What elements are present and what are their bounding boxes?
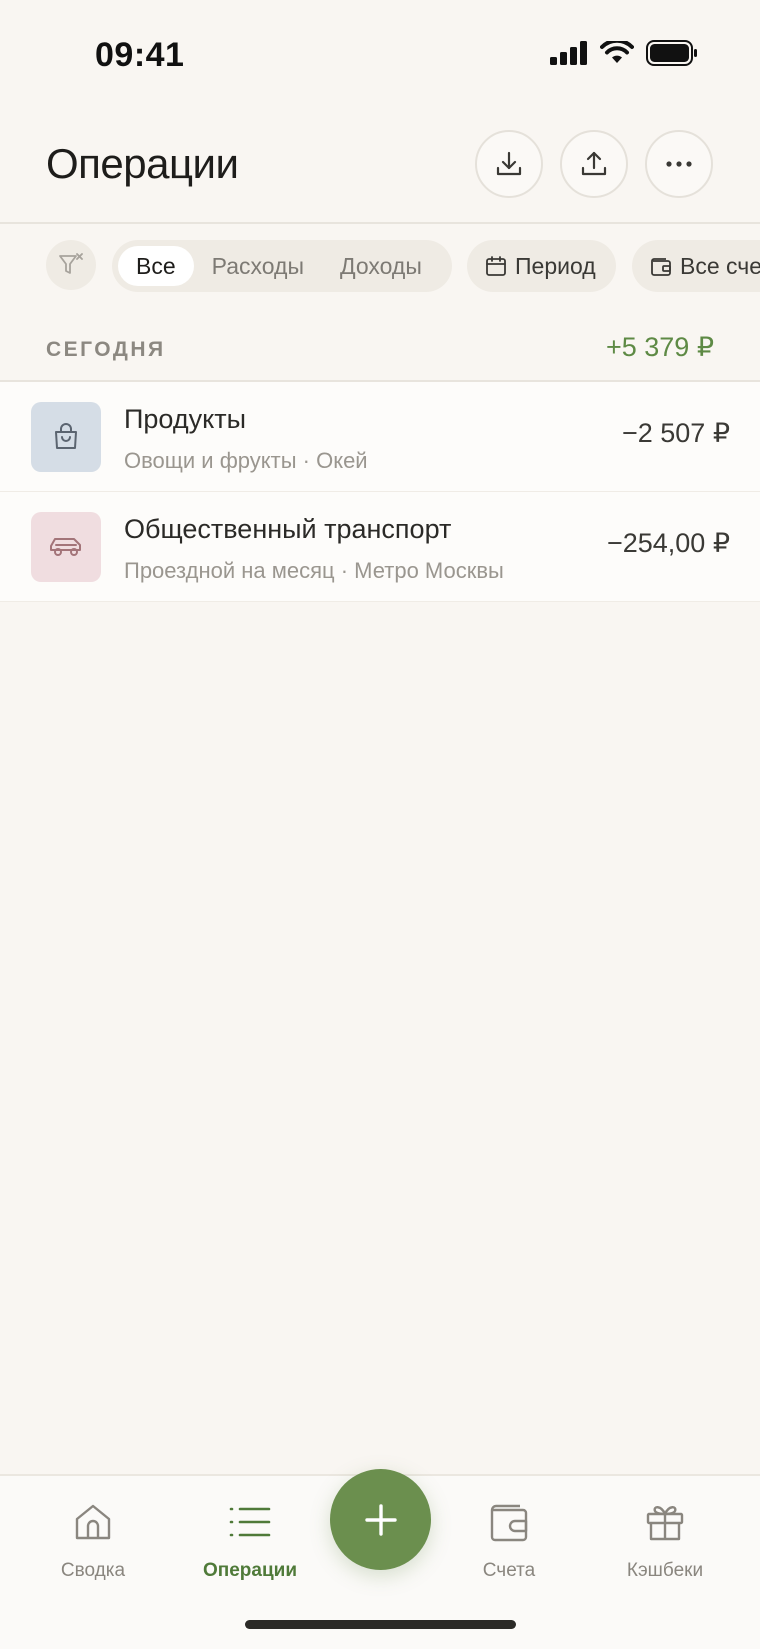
tab-operations-label: Операции [202,1560,298,1581]
tab-accounts-label: Счета [482,1560,536,1581]
gift-icon [646,1506,684,1541]
page-title: Операции [46,140,239,187]
battery-icon [646,40,697,66]
operation-amount: −254,00 ₽ [606,528,730,558]
period-chip-label: Период [515,252,596,279]
wallet-icon [490,1504,528,1542]
segment-expenses[interactable]: Расходы [194,246,322,286]
tab-cashback-label: Кэшбеки [626,1560,704,1581]
upload-button[interactable] [560,130,628,198]
operation-icon-tile [31,402,101,472]
filter-clear-icon [59,253,83,274]
tab-operations[interactable]: Операции [185,1498,315,1582]
segment-all[interactable]: Все [118,246,194,286]
operation-row[interactable]: Продукты Овощи и фрукты · Окей −2 507 ₽ [0,382,760,492]
add-operation-button[interactable] [330,1469,431,1570]
accounts-chip-label: Все счета [680,252,760,279]
operation-title: Продукты [124,404,246,434]
wifi-icon [600,41,634,63]
car-icon [50,538,81,556]
operation-subtitle: Проездной на месяц · Метро Москвы [124,558,504,583]
list-icon [229,1507,271,1537]
more-button[interactable] [645,130,713,198]
signal-icon [550,41,587,65]
tab-summary[interactable]: Сводка [28,1498,158,1582]
filter-bar: Все Расходы Доходы Период Все счета [0,226,760,306]
wallet-small-icon [651,258,671,276]
section-total: +5 379 ₽ [605,332,714,362]
calendar-icon [486,256,506,276]
header: Операции [0,112,760,224]
download-icon [496,151,522,176]
tab-cashback[interactable]: Кэшбеки [600,1498,730,1582]
shopping-bag-icon [55,423,77,449]
status-time: 09:41 [95,36,185,74]
operation-row[interactable]: Общественный транспорт Проездной на меся… [0,492,760,602]
tab-accounts[interactable]: Счета [444,1498,574,1582]
segment-income[interactable]: Доходы [322,246,440,286]
download-button[interactable] [475,130,543,198]
upload-icon [581,151,607,176]
operation-amount: −2 507 ₽ [621,418,730,448]
plus-icon [364,1503,397,1536]
type-segmented-control: Все Расходы Доходы [112,240,452,292]
home-indicator [245,1620,516,1629]
accounts-chip[interactable]: Все счета [632,240,760,292]
operation-title: Общественный транспорт [124,514,452,544]
clear-filter-button[interactable] [46,240,96,290]
status-icons [550,40,698,66]
section-title: СЕГОДНЯ [46,338,166,361]
section-header: СЕГОДНЯ +5 379 ₽ [0,318,760,382]
tab-summary-label: Сводка [60,1560,126,1581]
period-chip[interactable]: Период [467,240,616,292]
more-icon [666,161,692,167]
operation-subtitle: Овощи и фрукты · Окей [124,448,368,473]
operation-icon-tile [31,512,101,582]
home-icon [75,1504,111,1540]
status-bar: 09:41 [0,0,760,112]
